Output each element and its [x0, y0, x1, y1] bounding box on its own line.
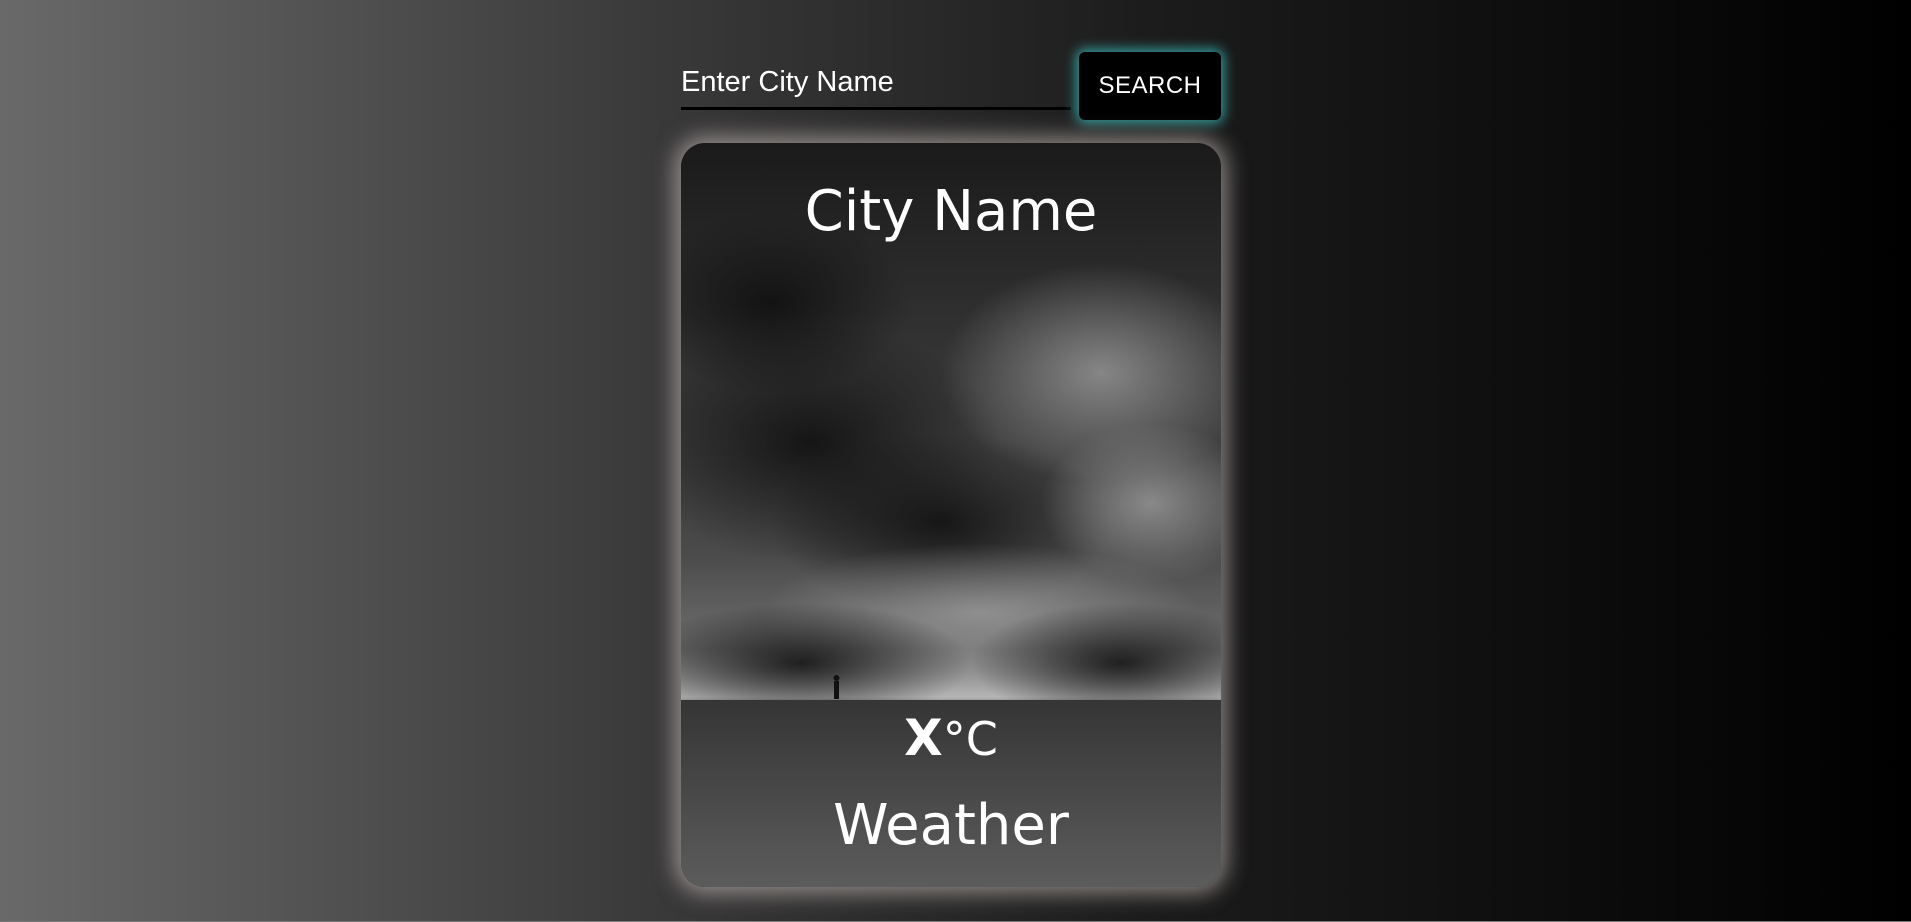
weather-condition: Weather	[833, 793, 1069, 858]
storm-clouds-field-image	[681, 143, 1221, 887]
temperature-display: X°C	[681, 709, 1221, 767]
city-name: City Name	[804, 179, 1098, 244]
weather-card: City Name X°C Weather	[681, 143, 1221, 887]
temperature-value: X	[904, 709, 943, 767]
search-bar: SEARCH	[681, 50, 1221, 122]
search-button[interactable]: SEARCH	[1079, 52, 1221, 120]
temperature-unit: °C	[942, 712, 998, 766]
city-search-input[interactable]	[681, 58, 1071, 110]
